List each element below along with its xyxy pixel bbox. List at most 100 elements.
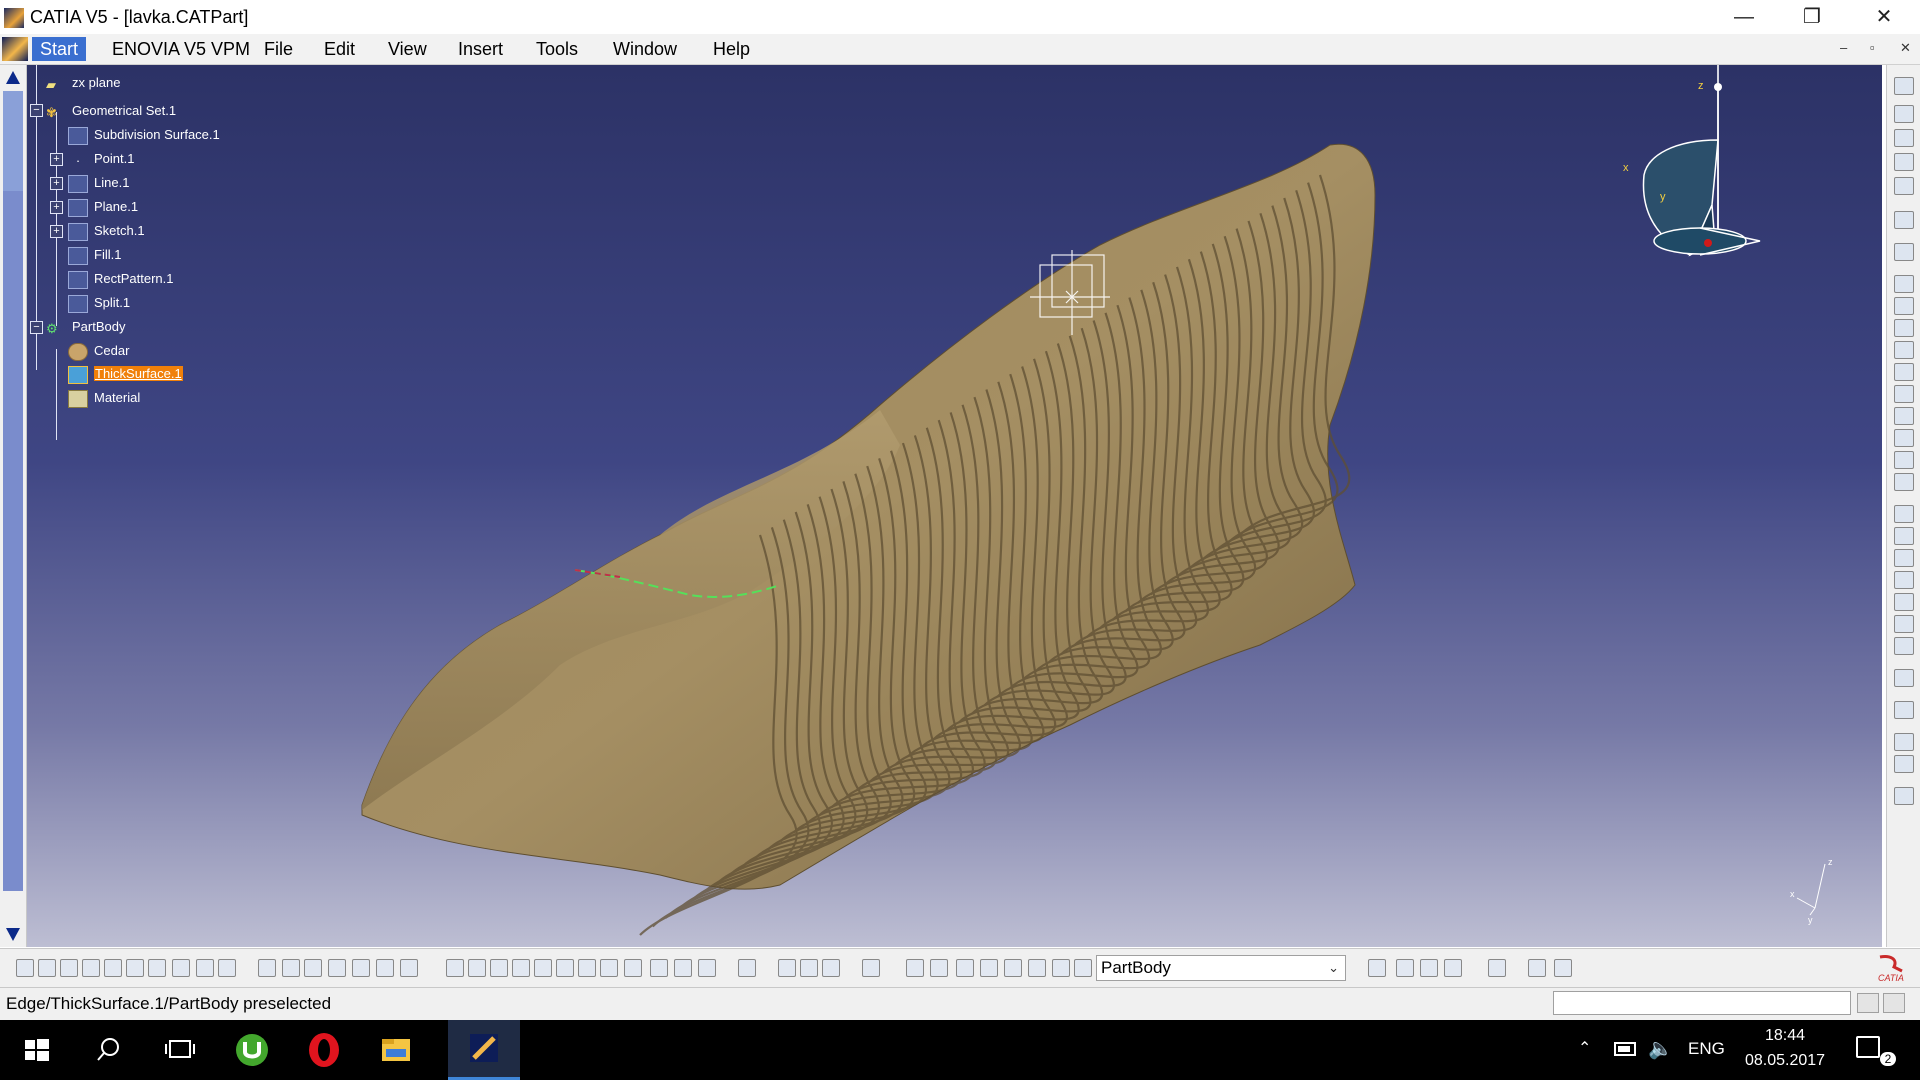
battery-icon[interactable]: [1614, 1042, 1636, 1056]
hand-icon[interactable]: [930, 959, 948, 977]
zoom-out-icon[interactable]: [556, 959, 574, 977]
expand-icon[interactable]: +: [50, 177, 63, 190]
volume-icon[interactable]: 🔈: [1648, 1036, 1673, 1061]
tree-node-zx-plane[interactable]: ▰ zx plane: [46, 73, 120, 93]
rule-icon[interactable]: [282, 959, 300, 977]
utorrent-icon[interactable]: [216, 1020, 288, 1080]
tool-icon[interactable]: [1894, 105, 1914, 123]
doc-close-button[interactable]: ✕: [1900, 40, 1911, 56]
axis-icon[interactable]: [956, 959, 974, 977]
tree-node-material[interactable]: Material: [68, 388, 140, 408]
scroll-thumb[interactable]: [3, 91, 23, 191]
doc-restore-button[interactable]: ▫: [1870, 40, 1875, 55]
clock-time[interactable]: 18:44: [1735, 1027, 1835, 1045]
tree-node-partbody[interactable]: ⚙ PartBody: [46, 317, 125, 337]
translate-icon[interactable]: [1894, 701, 1914, 719]
loft-icon[interactable]: [1894, 451, 1914, 469]
fillet-icon[interactable]: [1894, 505, 1914, 523]
menu-file[interactable]: File: [264, 39, 293, 60]
distance-icon[interactable]: [980, 959, 998, 977]
normal-view-icon[interactable]: [578, 959, 596, 977]
measure-icon[interactable]: [1894, 787, 1914, 805]
hide-show-icon[interactable]: [674, 959, 692, 977]
menu-start[interactable]: Start: [32, 37, 87, 61]
menu-window[interactable]: Window: [613, 39, 677, 60]
material-library-icon[interactable]: [1488, 959, 1506, 977]
tree-node-rectpattern[interactable]: RectPattern.1: [68, 269, 174, 289]
menu-help[interactable]: Help: [713, 39, 750, 60]
clock-date[interactable]: 08.05.2017: [1735, 1052, 1835, 1070]
scroll-track[interactable]: [3, 191, 23, 891]
formula-icon[interactable]: [258, 959, 276, 977]
fit-all-icon[interactable]: [468, 959, 486, 977]
tree-node-plane[interactable]: Plane.1: [68, 197, 138, 217]
stiffener-icon[interactable]: [1894, 429, 1914, 447]
menu-view[interactable]: View: [388, 39, 427, 60]
shading-icon[interactable]: [650, 959, 668, 977]
status-button[interactable]: [1857, 993, 1879, 1013]
collapse-icon[interactable]: −: [30, 104, 43, 117]
snap-icon[interactable]: [800, 959, 818, 977]
table-icon[interactable]: [328, 959, 346, 977]
pocket-icon[interactable]: [1894, 297, 1914, 315]
pan-icon[interactable]: [490, 959, 508, 977]
tree-node-line[interactable]: Line.1: [68, 173, 129, 193]
tree-node-subdivision-surface[interactable]: Subdivision Surface.1: [68, 125, 220, 145]
open-icon[interactable]: [38, 959, 56, 977]
pattern-icon[interactable]: [1894, 755, 1914, 773]
current-body-select[interactable]: PartBody ⌄: [1096, 955, 1346, 981]
render-icon[interactable]: [1368, 959, 1386, 977]
analysis-icon[interactable]: [1528, 959, 1546, 977]
action-center-icon[interactable]: [1856, 1036, 1880, 1058]
scroll-down-icon[interactable]: [6, 928, 20, 941]
environment-icon[interactable]: [1396, 959, 1414, 977]
restore-button[interactable]: ❐: [1778, 0, 1846, 34]
remove-loft-icon[interactable]: [1894, 473, 1914, 491]
new-icon[interactable]: [16, 959, 34, 977]
expand-icon[interactable]: +: [50, 201, 63, 214]
tree-node-split[interactable]: Split.1: [68, 293, 130, 313]
file-explorer-icon[interactable]: [360, 1020, 432, 1080]
collapse-icon[interactable]: −: [30, 321, 43, 334]
grid-icon[interactable]: [822, 959, 840, 977]
tree-node-cedar[interactable]: Cedar: [68, 341, 129, 361]
tree-node-geometrical-set[interactable]: ✾ Geometrical Set.1: [46, 101, 176, 121]
tree-node-point[interactable]: · Point.1: [68, 149, 135, 169]
copy-icon[interactable]: [126, 959, 144, 977]
whats-this-icon[interactable]: [218, 959, 236, 977]
compass-icon[interactable]: x y z: [1623, 65, 1761, 257]
tool-icon[interactable]: [1894, 77, 1914, 95]
tree-node-thicksurface[interactable]: ThickSurface.1: [68, 364, 183, 384]
thread-icon[interactable]: [1894, 615, 1914, 633]
power-input-field[interactable]: [1553, 991, 1851, 1015]
groove-icon[interactable]: [1894, 341, 1914, 359]
layer-icon[interactable]: [1028, 959, 1046, 977]
menu-edit[interactable]: Edit: [324, 39, 355, 60]
windows-start-icon[interactable]: [0, 1020, 72, 1080]
show-hidden-icons-icon[interactable]: ⌃: [1578, 1038, 1591, 1058]
compass-snap-icon[interactable]: [1004, 959, 1022, 977]
rotate-view-icon[interactable]: [906, 959, 924, 977]
update-icon[interactable]: [738, 959, 756, 977]
catia-taskbar-icon[interactable]: [448, 1020, 520, 1080]
task-view-icon[interactable]: [144, 1020, 216, 1080]
tree-node-fill[interactable]: Fill.1: [68, 245, 121, 265]
curvature-icon[interactable]: [1554, 959, 1572, 977]
status-button[interactable]: [1883, 993, 1905, 1013]
save-icon[interactable]: [60, 959, 78, 977]
thick-surface-tool-icon[interactable]: [1894, 669, 1914, 687]
tree-scrollbar[interactable]: [0, 65, 27, 947]
fly-mode-icon[interactable]: [446, 959, 464, 977]
measure-between-icon[interactable]: [400, 959, 418, 977]
tool-icon[interactable]: [1894, 129, 1914, 147]
opera-icon[interactable]: [288, 1020, 360, 1080]
thickness-icon[interactable]: [1894, 593, 1914, 611]
chamfer-icon[interactable]: [1894, 527, 1914, 545]
catalog-icon[interactable]: [352, 959, 370, 977]
undo-icon[interactable]: [172, 959, 190, 977]
link-icon[interactable]: [862, 959, 880, 977]
apply-material-icon[interactable]: [376, 959, 394, 977]
tree-node-sketch[interactable]: Sketch.1: [68, 221, 145, 241]
close-button[interactable]: ✕: [1850, 0, 1918, 34]
shell-icon[interactable]: [1894, 571, 1914, 589]
